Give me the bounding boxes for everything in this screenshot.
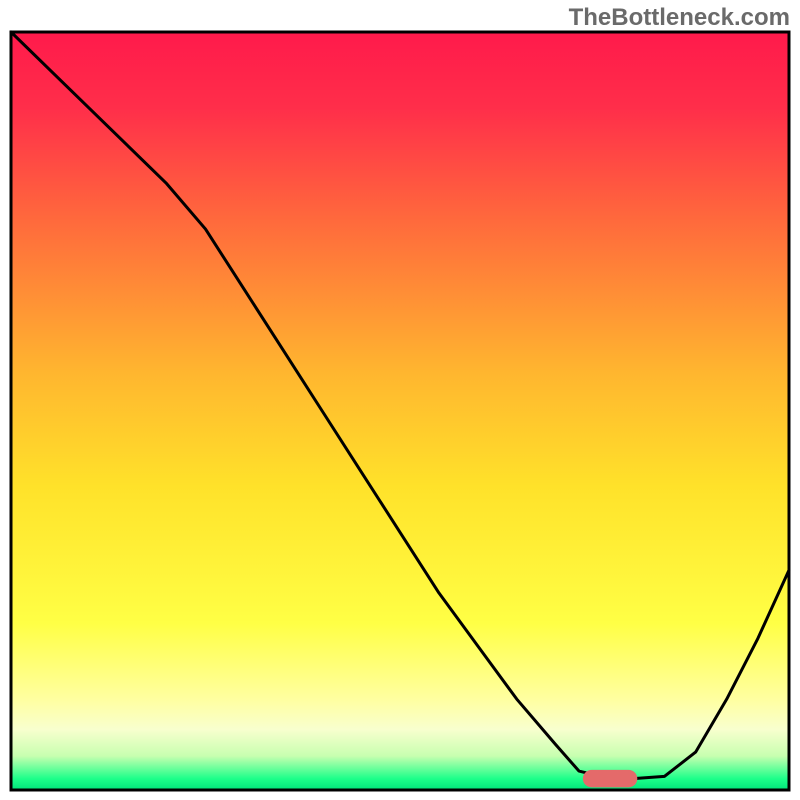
chart-svg	[0, 0, 800, 800]
watermark-text: TheBottleneck.com	[569, 4, 790, 32]
chart-container: TheBottleneck.com	[0, 0, 800, 800]
optimal-range-marker	[583, 770, 637, 787]
